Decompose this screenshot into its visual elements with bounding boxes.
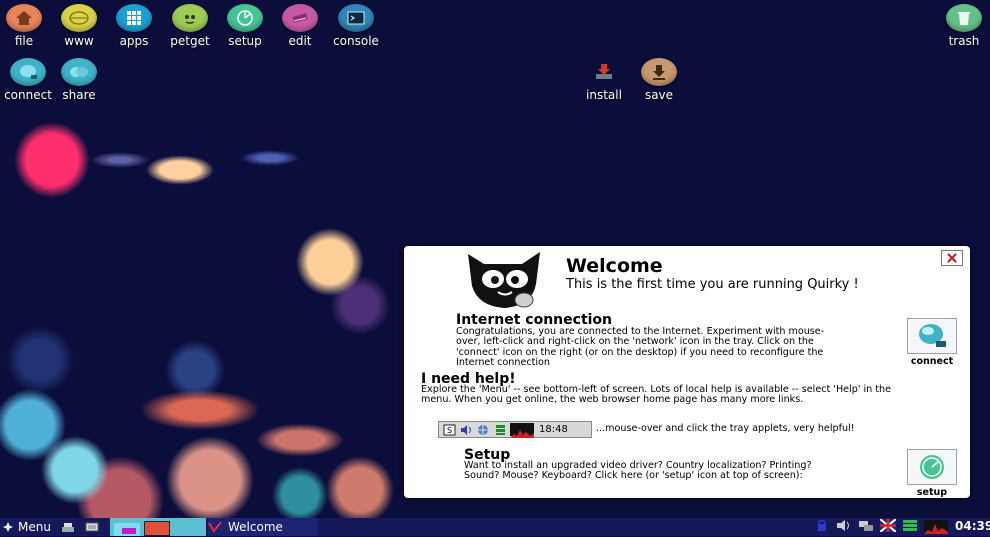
desktop-icon-label: file bbox=[14, 34, 34, 48]
desktop-icon-trash[interactable]: trash bbox=[934, 4, 990, 48]
tray-hint-text: ...mouse-over and click the tray applets… bbox=[596, 423, 855, 434]
pager-desktop-2[interactable] bbox=[144, 521, 170, 536]
welcome-subtitle: This is the first time you are running Q… bbox=[566, 277, 859, 292]
connect-icon bbox=[919, 324, 946, 347]
volume-icon[interactable] bbox=[836, 519, 852, 535]
desktop-icon-file[interactable]: file bbox=[0, 4, 54, 48]
setup-text: Want to install an upgraded video driver… bbox=[464, 460, 812, 482]
tray-demo-strip: S 18:48 bbox=[438, 421, 592, 438]
welcome-window: Welcome This is the first time you are r… bbox=[404, 246, 970, 498]
desktop-icon-label: share bbox=[62, 88, 96, 102]
desktop-icon-www[interactable]: www bbox=[49, 4, 109, 48]
edit-icon bbox=[282, 4, 318, 32]
save-icon bbox=[641, 58, 677, 86]
desktop-icon-label: setup bbox=[228, 34, 262, 48]
lock-icon[interactable] bbox=[814, 519, 830, 535]
taskbar-window-label: Welcome bbox=[228, 520, 283, 534]
desktop-icon-petget[interactable]: petget bbox=[160, 4, 220, 48]
help-text: Explore the 'Menu' -- see bottom-left of… bbox=[421, 384, 892, 406]
setup-button[interactable]: setup bbox=[906, 449, 958, 498]
desktop-icon-label: console bbox=[333, 34, 379, 48]
taskbar: Menu Welcome 04:39 bbox=[0, 518, 990, 536]
desktop-icon-label: edit bbox=[288, 34, 312, 48]
trash-icon bbox=[946, 4, 982, 32]
close-button[interactable] bbox=[941, 250, 963, 266]
install-icon bbox=[586, 58, 622, 86]
share-icon bbox=[61, 58, 97, 86]
taskbar-window-welcome[interactable]: Welcome bbox=[208, 518, 318, 536]
quirky-mascot-icon bbox=[468, 252, 540, 308]
pager-desktop-1[interactable] bbox=[114, 523, 140, 536]
cpu-graph-icon[interactable] bbox=[924, 520, 948, 534]
desktop-pager[interactable] bbox=[110, 518, 206, 536]
desktop-icon-save[interactable]: save bbox=[629, 58, 689, 102]
desktop-icon-console[interactable]: console bbox=[326, 4, 386, 48]
terminal-icon bbox=[62, 523, 74, 532]
apps-grid-icon bbox=[116, 4, 152, 32]
check-icon bbox=[208, 521, 222, 533]
setup-icon bbox=[920, 455, 944, 479]
quicklaunch-keyboard[interactable] bbox=[84, 518, 100, 536]
svg-text:S: S bbox=[447, 426, 452, 435]
setup-icon bbox=[227, 4, 263, 32]
network-icon[interactable] bbox=[858, 519, 874, 535]
desktop-icon-install[interactable]: install bbox=[574, 58, 634, 102]
taskbar-clock[interactable]: 04:39 bbox=[955, 519, 990, 533]
volume-icon bbox=[459, 424, 473, 436]
flag-icon[interactable] bbox=[879, 518, 897, 535]
cpu-graph-icon bbox=[510, 423, 534, 438]
menu-icon bbox=[3, 522, 13, 532]
keyboard-icon bbox=[85, 522, 99, 532]
home-icon bbox=[6, 4, 42, 32]
system-tray bbox=[814, 518, 948, 536]
connect-icon bbox=[10, 58, 46, 86]
close-icon bbox=[947, 253, 957, 263]
storage-icon bbox=[493, 424, 507, 436]
desktop-icon-label: save bbox=[644, 88, 674, 102]
desktop-icon-label: petget bbox=[170, 34, 210, 48]
desktop-icon-apps[interactable]: apps bbox=[104, 4, 164, 48]
desktop-icon-setup[interactable]: setup bbox=[215, 4, 275, 48]
console-icon bbox=[338, 4, 374, 32]
menu-button[interactable]: Menu bbox=[0, 518, 58, 536]
globe-icon bbox=[61, 4, 97, 32]
tray-demo-clock: 18:48 bbox=[539, 424, 568, 435]
desktop-icon-label: trash bbox=[948, 34, 980, 48]
desktop-icon-label: apps bbox=[119, 34, 149, 48]
desktop-icon-label: install bbox=[586, 88, 622, 102]
quicklaunch-terminal[interactable] bbox=[60, 518, 76, 536]
storage-icon[interactable] bbox=[902, 519, 918, 535]
desktop-icon-label: www bbox=[64, 34, 94, 48]
connect-button[interactable]: connect bbox=[906, 318, 958, 367]
internet-text: Congratulations, you are connected to th… bbox=[456, 326, 825, 368]
menu-label: Menu bbox=[18, 520, 51, 534]
keyboard-icon: S bbox=[442, 424, 456, 436]
petget-icon bbox=[172, 4, 208, 32]
desktop-icon-share[interactable]: share bbox=[49, 58, 109, 102]
desktop-icon-edit[interactable]: edit bbox=[270, 4, 330, 48]
welcome-title: Welcome bbox=[566, 255, 663, 277]
network-icon bbox=[476, 424, 490, 436]
